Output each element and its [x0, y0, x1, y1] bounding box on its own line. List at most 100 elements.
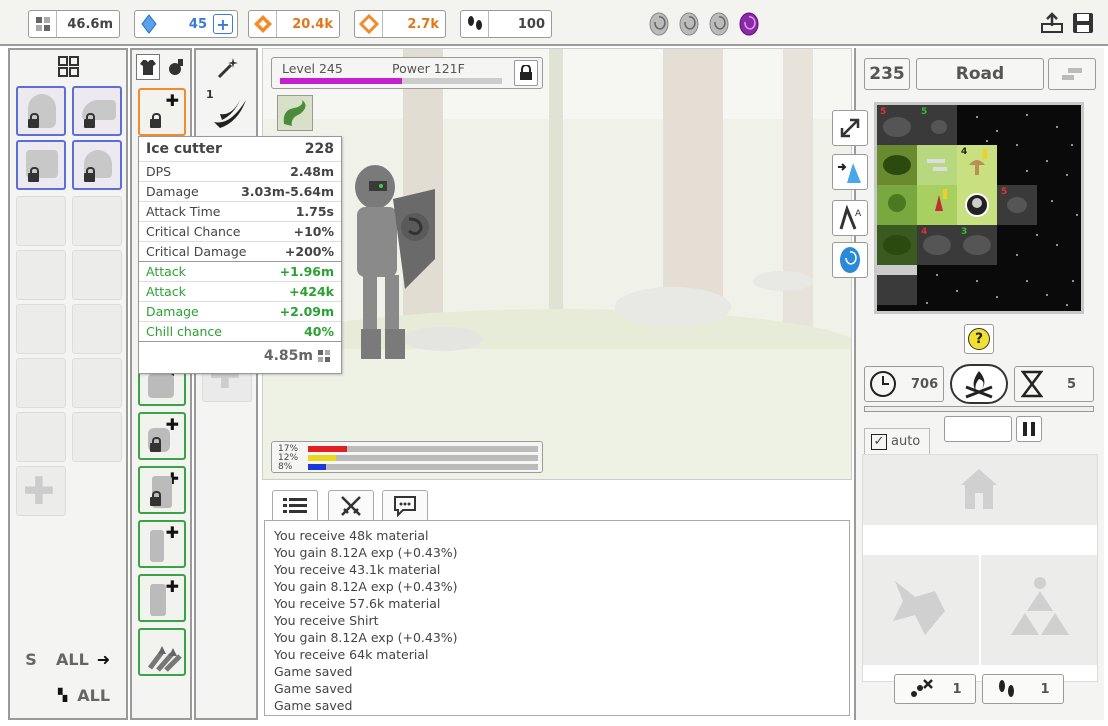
campfire-button[interactable]	[950, 364, 1008, 404]
ice-travel-button[interactable]	[832, 154, 868, 190]
stat-label: Damage	[146, 184, 199, 199]
skill-slot-1[interactable]: 1	[202, 84, 252, 134]
tooltip-item-level: 228	[304, 141, 334, 157]
inventory-slot-empty[interactable]	[72, 412, 122, 462]
steps-counter: 100	[460, 10, 552, 38]
inventory-slot-empty[interactable]	[16, 250, 66, 300]
inventory-slot-empty[interactable]	[72, 250, 122, 300]
inventory-slot-helmet[interactable]	[16, 86, 66, 136]
tooltip-stat-row: Attack +424k	[139, 281, 341, 301]
wolf-head-icon	[893, 581, 945, 635]
auto-action-wolf[interactable]	[863, 555, 979, 665]
stat-bar: 17%	[278, 444, 540, 454]
inventory-slot-empty[interactable]	[16, 412, 66, 462]
tab-chat[interactable]	[382, 490, 428, 521]
road-icon-button[interactable]	[1048, 58, 1096, 90]
expand-map-button[interactable]	[832, 110, 868, 146]
leggings-slot[interactable]: ✚	[138, 466, 186, 514]
battle-scene: Level 245 Power 121F 17% 12% 8%	[262, 48, 852, 480]
orange-outline-diamond-icon	[355, 11, 383, 37]
sort-button[interactable]: S	[16, 646, 46, 672]
portal-gray-icon[interactable]	[648, 12, 670, 36]
add-inventory-slot[interactable]: ✚	[16, 466, 66, 516]
sell-all-button[interactable]: ALL ➜	[50, 646, 124, 672]
grid-view-icon[interactable]	[58, 56, 80, 82]
footsteps-cross-icon	[911, 679, 934, 697]
message-log: You receive 48k material You gain 8.12A e…	[264, 520, 850, 716]
compass-legs-icon: A	[839, 205, 862, 230]
inventory-slot-empty[interactable]	[72, 304, 122, 354]
lock-icon	[520, 65, 532, 80]
save-icon[interactable]	[1072, 12, 1094, 38]
top-resource-bar: 46.6m 45 + 20.4k 2.7k 100	[0, 0, 1108, 46]
log-line: You receive 64k material	[274, 647, 429, 662]
hourglass-icon	[1021, 370, 1043, 398]
help-button[interactable]: ?	[964, 324, 994, 354]
add-gems-button[interactable]: +	[213, 14, 233, 34]
pause-button[interactable]	[1016, 416, 1042, 442]
tooltip-stat-row: Critical Chance +10%	[139, 221, 341, 241]
inventory-slot-boot[interactable]	[72, 86, 122, 136]
orange-resource-1: 20.4k	[248, 10, 340, 38]
footsteps-icon	[999, 680, 1015, 697]
magic-wand-icon[interactable]	[216, 56, 240, 84]
level-text: Level 245	[282, 61, 343, 76]
inventory-slot-empty[interactable]	[72, 358, 122, 408]
export-icon[interactable]	[1040, 12, 1064, 38]
triangles-icon	[1011, 577, 1069, 635]
material-icon: ▚	[58, 688, 68, 702]
boots-slot-1[interactable]: ✚	[138, 520, 186, 568]
speed-input[interactable]	[944, 416, 1012, 442]
orange-diamond-icon	[249, 11, 277, 37]
lock-icon	[28, 167, 39, 182]
boots-slot-2[interactable]: ✚	[138, 574, 186, 622]
plus-icon: ✚	[165, 577, 179, 596]
lock-icon	[150, 437, 161, 452]
auto-action-house[interactable]	[863, 455, 1097, 525]
stat-bar: 12%	[278, 453, 540, 463]
blue-portal-icon	[840, 247, 860, 273]
auto-tab[interactable]: ✓ auto	[864, 428, 930, 454]
all-material-button[interactable]: ▚ ALL	[50, 682, 124, 708]
tooltip-stat-row: Damage +2.09m	[139, 301, 341, 321]
stat-label: Damage	[146, 304, 199, 319]
ice-crystal-icon	[838, 163, 861, 183]
inventory-slot-empty[interactable]	[16, 358, 66, 408]
glove-slot[interactable]: ✚	[138, 412, 186, 460]
help-icon: ?	[968, 328, 990, 350]
inventory-slot-hat[interactable]	[72, 140, 122, 190]
shirt-tab-icon[interactable]	[136, 54, 160, 80]
log-line: You receive 43.1k material	[274, 562, 441, 577]
dig-counter[interactable]: 1	[894, 674, 976, 704]
stat-bar-track	[308, 463, 538, 470]
lock-level-button[interactable]	[514, 60, 538, 86]
portal-gray-icon[interactable]	[678, 12, 700, 36]
auto-walk-button[interactable]: A	[832, 200, 868, 236]
weapon-slot[interactable]: ✚	[138, 88, 186, 136]
inventory-slot-armor[interactable]	[16, 140, 66, 190]
tab-log[interactable]	[272, 490, 318, 521]
zone-number: 235	[864, 58, 910, 90]
auto-action-triforce[interactable]	[981, 555, 1097, 665]
potion-tab-icon[interactable]	[164, 54, 188, 80]
accessory-slot[interactable]	[138, 628, 186, 676]
enemy-snake-icon[interactable]	[277, 95, 313, 131]
steps-small-counter[interactable]: 1	[982, 674, 1064, 704]
tooltip-item-name: Ice cutter	[146, 141, 222, 157]
lock-icon	[84, 113, 95, 128]
stat-label: Attack Time	[146, 204, 221, 219]
log-line: Game saved	[274, 698, 353, 713]
portal-button[interactable]	[832, 242, 868, 278]
portal-gray-icon[interactable]	[708, 12, 730, 36]
tooltip-stat-row: DPS 2.48m	[139, 161, 341, 181]
inventory-slot-empty[interactable]	[72, 196, 122, 246]
world-map[interactable]: 5 5 4 5 4 3	[874, 102, 1084, 314]
inventory-panel: ✚ S ALL ➜ ▚ ALL	[8, 48, 128, 720]
inventory-slot-empty[interactable]	[16, 304, 66, 354]
tab-combat[interactable]	[328, 490, 374, 521]
stat-value: 40%	[304, 324, 334, 339]
road-bricks-icon	[1062, 68, 1082, 80]
portal-purple-icon[interactable]	[738, 12, 760, 36]
checkbox-checked-icon[interactable]: ✓	[871, 433, 887, 450]
inventory-slot-empty[interactable]	[16, 196, 66, 246]
